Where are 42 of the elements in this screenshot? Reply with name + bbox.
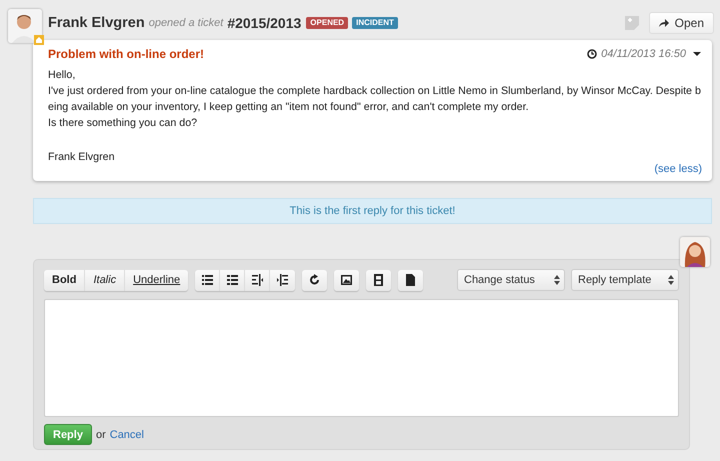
outdent-icon — [252, 274, 263, 286]
list-icon — [202, 274, 213, 286]
ticket-subject: Problem with on-line order! — [48, 47, 204, 61]
ticket-number: #2015/2013 — [227, 15, 302, 31]
numbered-list-icon — [226, 274, 238, 286]
caret-icon[interactable] — [693, 52, 701, 56]
redo-button[interactable] — [302, 270, 328, 290]
outdent-button[interactable] — [245, 270, 270, 290]
bold-button[interactable]: Bold — [44, 270, 86, 290]
message-paragraph: Is there something you can do? — [48, 116, 198, 131]
or-text: or — [96, 428, 106, 440]
indent-button[interactable] — [270, 270, 296, 290]
indent-icon — [277, 274, 288, 286]
status-label: INCIDENT — [352, 17, 398, 29]
underline-button[interactable]: Underline — [125, 270, 188, 290]
ticket-date: 04/11/2013 16:50 — [601, 48, 686, 60]
image-button[interactable] — [334, 270, 360, 290]
see-less-link[interactable]: (see less) — [654, 163, 702, 175]
dropdown-select[interactable]: Change status — [457, 269, 565, 291]
image-icon — [341, 274, 352, 286]
cancel-link[interactable]: Cancel — [110, 428, 144, 440]
numbered-list-button[interactable] — [220, 270, 246, 290]
share-arrow-icon — [658, 19, 669, 27]
film-button[interactable] — [366, 270, 392, 290]
author-name: Frank Elvgren — [48, 15, 145, 31]
action-text: opened a ticket — [148, 17, 224, 29]
file-button[interactable] — [398, 270, 424, 290]
message-paragraph: Hello, — [48, 68, 76, 83]
updown-arrow-icon — [554, 275, 560, 285]
signature-text: Frank Elvgren — [48, 150, 116, 165]
updown-arrow-icon — [668, 275, 674, 285]
file-icon — [405, 274, 416, 286]
status-label: OPENED — [306, 17, 348, 29]
dropdown-select[interactable]: Reply template — [571, 269, 679, 291]
clock-icon — [587, 49, 598, 59]
redo-icon — [309, 274, 320, 286]
open-button[interactable]: Open — [648, 12, 714, 34]
notice-banner: This is the first reply for this ticket! — [33, 198, 712, 224]
film-icon — [373, 274, 384, 286]
italic-button[interactable]: Italic — [85, 270, 126, 290]
message-paragraph: I've just ordered from your on-line catalogue the complete hardback collection on Little Nemo in Slumberland, by Winsor McCay. Despite being available on your inventory, I keep getting an "item not found" error, and can't complete my order. — [48, 84, 702, 115]
list-button[interactable] — [195, 270, 220, 290]
